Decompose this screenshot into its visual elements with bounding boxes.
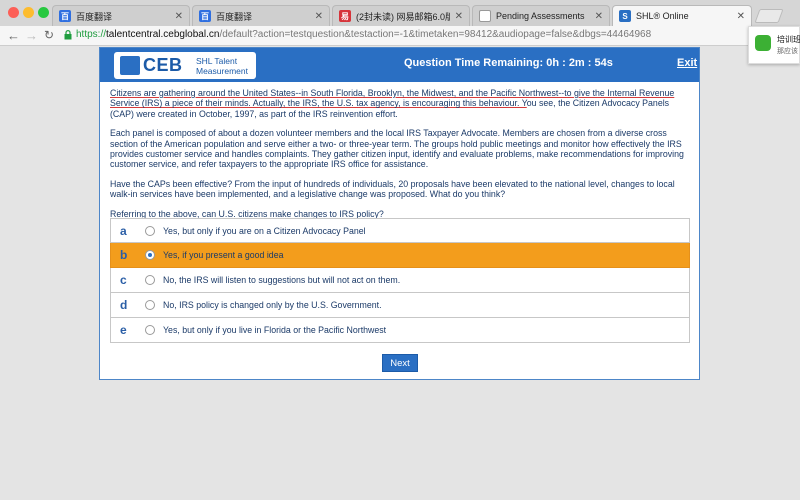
option-radio[interactable] [145, 300, 155, 310]
assessment-header: CEB SHL Talent Measurement Question Time… [100, 48, 699, 82]
option-text: Yes, but only if you are on a Citizen Ad… [163, 226, 366, 236]
close-window-icon[interactable] [8, 7, 19, 18]
close-tab-icon[interactable]: ✕ [175, 11, 183, 22]
url-domain: talentcentral.cebglobal.cn [106, 29, 220, 40]
browser-tab-shl-online[interactable]: S SHL® Online ✕ [612, 5, 752, 26]
forward-arrow-icon[interactable]: → [25, 28, 38, 43]
netease-mail-icon: 易 [339, 10, 351, 22]
wechat-icon [755, 35, 771, 51]
option-text: No, IRS policy is changed only by the U.… [163, 300, 382, 310]
building-icon [120, 56, 140, 75]
option-letter: e [120, 323, 127, 337]
option-letter: a [120, 224, 127, 238]
reload-icon[interactable]: ↻ [44, 28, 54, 42]
logo-text: CEB [143, 55, 183, 75]
option-letter: c [120, 273, 127, 287]
passage: Citizens are gathering around the United… [110, 88, 690, 228]
maximize-window-icon[interactable] [38, 7, 49, 18]
passage-paragraph-3: Have the CAPs been effective? From the i… [110, 178, 675, 200]
option-radio[interactable] [145, 250, 155, 260]
option-text: Yes, but only if you live in Florida or … [163, 325, 387, 335]
back-arrow-icon[interactable]: ← [7, 28, 20, 43]
option-text: Yes, if you present a good idea [163, 250, 284, 260]
new-tab-button[interactable] [754, 9, 784, 23]
assessment-panel: CEB SHL Talent Measurement Question Time… [99, 47, 700, 380]
notification-text: 那应该 [777, 48, 798, 55]
address-bar[interactable]: https://talentcentral.cebglobal.cn/defau… [76, 29, 651, 40]
tab-label: 百度翻译 [216, 11, 253, 22]
browser-tab-pending-assessments[interactable]: Pending Assessments ✕ [472, 5, 610, 26]
next-button[interactable]: Next [382, 354, 418, 372]
option-letter: d [120, 298, 128, 312]
answer-options: a Yes, but only if you are on a Citizen … [110, 218, 690, 343]
browser-tab-baidu-1[interactable]: 百 百度翻译 ✕ [52, 5, 190, 26]
close-tab-icon[interactable]: ✕ [315, 11, 323, 22]
browser-tab-netease-mail[interactable]: 易 (2封未读) 网易邮箱6.0版 ✕ [332, 5, 470, 26]
minimize-window-icon[interactable] [23, 7, 34, 18]
option-radio[interactable] [145, 325, 155, 335]
ceb-shl-logo: CEB SHL Talent Measurement [114, 52, 256, 79]
option-radio[interactable] [145, 226, 155, 236]
notification-title: 培训班 [777, 35, 800, 44]
option-text: No, the IRS will listen to suggestions b… [163, 275, 401, 285]
close-tab-icon[interactable]: ✕ [737, 11, 745, 22]
wechat-notification[interactable]: 培训班 那应该 [748, 26, 800, 64]
browser-tab-bar: 百 百度翻译 ✕ 百 百度翻译 ✕ 易 (2封未读) 网易邮箱6.0版 ✕ Pe… [0, 0, 800, 26]
tab-label: Pending Assessments [496, 11, 585, 21]
passage-paragraph-1: Citizens are gathering around the United… [110, 88, 690, 119]
baidu-paw-icon: 百 [59, 10, 71, 22]
close-tab-icon[interactable]: ✕ [595, 11, 603, 22]
close-tab-icon[interactable]: ✕ [455, 11, 463, 22]
tab-label: (2封未读) 网易邮箱6.0版 [356, 11, 450, 22]
shl-icon: S [619, 10, 631, 22]
option-radio[interactable] [145, 275, 155, 285]
url-path: /default?action=testquestion&testaction=… [219, 29, 652, 40]
browser-tab-baidu-2[interactable]: 百 百度翻译 ✕ [192, 5, 330, 26]
lock-icon [64, 30, 72, 40]
browser-toolbar: ← → ↻ https://talentcentral.cebglobal.cn… [0, 26, 800, 46]
answer-option-e[interactable]: e Yes, but only if you live in Florida o… [110, 318, 690, 343]
answer-option-c[interactable]: c No, the IRS will listen to suggestions… [110, 268, 690, 293]
url-scheme: https:// [76, 29, 107, 40]
option-letter: b [120, 248, 128, 262]
logo-subtitle: SHL Talent Measurement [196, 56, 248, 76]
exit-link[interactable]: Exit [677, 57, 697, 69]
answer-option-d[interactable]: d No, IRS policy is changed only by the … [110, 293, 690, 318]
passage-paragraph-2: Each panel is composed of about a dozen … [110, 128, 684, 170]
baidu-paw-icon: 百 [199, 10, 211, 22]
tab-label: 百度翻译 [76, 11, 113, 22]
tab-label: SHL® Online [636, 11, 689, 21]
question-timer: Question Time Remaining: 0h : 2m : 54s [404, 57, 613, 69]
answer-option-a[interactable]: a Yes, but only if you are on a Citizen … [110, 218, 690, 243]
page-icon [479, 10, 491, 22]
answer-option-b[interactable]: b Yes, if you present a good idea [110, 243, 690, 268]
